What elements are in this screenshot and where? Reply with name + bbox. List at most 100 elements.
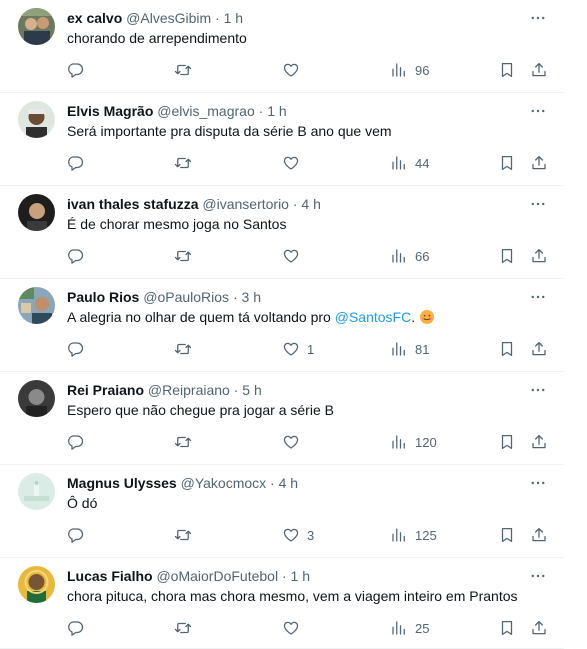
action-bar: 120 bbox=[0, 432, 564, 452]
reply-tweet[interactable]: Magnus Ulysses @Yakocmocx · 4 h Ô dó 3 1… bbox=[0, 465, 564, 558]
tweet-text-body: chora pituca, chora mas chora mesmo, vem… bbox=[67, 588, 518, 604]
more-dots-icon[interactable] bbox=[526, 288, 550, 306]
views-chart-icon bbox=[390, 247, 408, 265]
tweet-header: Elvis Magrão @elvis_magrao · 1 h bbox=[67, 102, 287, 120]
like-button[interactable] bbox=[282, 618, 307, 638]
action-bar: 96 bbox=[0, 60, 564, 80]
reply-tweet[interactable]: Elvis Magrão @elvis_magrao · 1 h Será im… bbox=[0, 93, 564, 186]
views-button[interactable]: 25 bbox=[390, 618, 429, 638]
display-name[interactable]: Rei Praiano bbox=[67, 382, 144, 398]
timestamp[interactable]: 4 h bbox=[279, 475, 298, 491]
user-handle[interactable]: @AlvesGibim bbox=[126, 10, 211, 26]
user-handle[interactable]: @oPauloRios bbox=[143, 289, 229, 305]
reply-button[interactable] bbox=[66, 153, 91, 173]
timestamp[interactable]: 1 h bbox=[291, 568, 310, 584]
reply-tweet[interactable]: Paulo Rios @oPauloRios · 3 h A alegria n… bbox=[0, 279, 564, 372]
reply-button[interactable] bbox=[66, 525, 91, 545]
reply-button[interactable] bbox=[66, 618, 91, 638]
display-name[interactable]: Lucas Fialho bbox=[67, 568, 153, 584]
avatar[interactable] bbox=[18, 566, 55, 603]
reply-button[interactable] bbox=[66, 246, 91, 266]
share-button[interactable] bbox=[530, 246, 548, 266]
bookmark-button[interactable] bbox=[498, 618, 516, 638]
views-chart-icon bbox=[390, 526, 408, 544]
avatar[interactable] bbox=[18, 287, 55, 324]
view-count: 125 bbox=[415, 527, 437, 543]
retweet-icon bbox=[174, 526, 192, 544]
retweet-button[interactable] bbox=[174, 153, 199, 173]
retweet-button[interactable] bbox=[174, 432, 199, 452]
reply-button[interactable] bbox=[66, 60, 91, 80]
more-dots-icon[interactable] bbox=[526, 474, 550, 492]
display-name[interactable]: Magnus Ulysses bbox=[67, 475, 177, 491]
bookmark-button[interactable] bbox=[498, 246, 516, 266]
views-chart-icon bbox=[390, 619, 408, 637]
heart-icon bbox=[282, 619, 300, 637]
like-button[interactable] bbox=[282, 60, 307, 80]
user-handle[interactable]: @ivansertorio bbox=[202, 196, 289, 212]
share-button[interactable] bbox=[530, 339, 548, 359]
retweet-button[interactable] bbox=[174, 60, 199, 80]
avatar[interactable] bbox=[18, 101, 55, 138]
more-dots-icon[interactable] bbox=[526, 195, 550, 213]
reply-tweet[interactable]: ivan thales stafuzza @ivansertorio · 4 h… bbox=[0, 186, 564, 279]
tweet-header: Magnus Ulysses @Yakocmocx · 4 h bbox=[67, 474, 298, 492]
views-button[interactable]: 120 bbox=[390, 432, 437, 452]
display-name[interactable]: ex calvo bbox=[67, 10, 122, 26]
timestamp[interactable]: 4 h bbox=[301, 196, 320, 212]
more-dots-icon[interactable] bbox=[526, 381, 550, 399]
separator: · bbox=[281, 568, 287, 584]
user-handle[interactable]: @Reipraiano bbox=[148, 382, 230, 398]
retweet-button[interactable] bbox=[174, 246, 199, 266]
share-button[interactable] bbox=[530, 60, 548, 80]
bookmark-button[interactable] bbox=[498, 339, 516, 359]
reply-tweet[interactable]: Lucas Fialho @oMaiorDoFutebol · 1 h chor… bbox=[0, 558, 564, 649]
bookmark-button[interactable] bbox=[498, 60, 516, 80]
retweet-button[interactable] bbox=[174, 525, 199, 545]
more-dots-icon[interactable] bbox=[526, 567, 550, 585]
views-button[interactable]: 96 bbox=[390, 60, 429, 80]
avatar[interactable] bbox=[18, 8, 55, 45]
user-handle[interactable]: @Yakocmocx bbox=[181, 475, 267, 491]
share-button[interactable] bbox=[530, 618, 548, 638]
like-button[interactable] bbox=[282, 246, 307, 266]
bookmark-button[interactable] bbox=[498, 432, 516, 452]
bookmark-button[interactable] bbox=[498, 525, 516, 545]
share-button[interactable] bbox=[530, 525, 548, 545]
views-button[interactable]: 125 bbox=[390, 525, 437, 545]
more-dots-icon[interactable] bbox=[526, 9, 550, 27]
share-button[interactable] bbox=[530, 153, 548, 173]
user-handle[interactable]: @oMaiorDoFutebol bbox=[156, 568, 278, 584]
views-button[interactable]: 81 bbox=[390, 339, 429, 359]
reply-button[interactable] bbox=[66, 432, 91, 452]
more-dots-icon[interactable] bbox=[526, 102, 550, 120]
share-icon bbox=[530, 619, 548, 637]
reply-button[interactable] bbox=[66, 339, 91, 359]
retweet-button[interactable] bbox=[174, 618, 199, 638]
reply-tweet[interactable]: ex calvo @AlvesGibim · 1 h chorando de a… bbox=[0, 0, 564, 93]
user-handle[interactable]: @elvis_magrao bbox=[157, 103, 254, 119]
views-button[interactable]: 66 bbox=[390, 246, 429, 266]
share-button[interactable] bbox=[530, 432, 548, 452]
display-name[interactable]: Paulo Rios bbox=[67, 289, 139, 305]
timestamp[interactable]: 5 h bbox=[242, 382, 261, 398]
views-button[interactable]: 44 bbox=[390, 153, 429, 173]
tweet-text-body: Será importante pra disputa da série B a… bbox=[67, 123, 392, 139]
retweet-button[interactable] bbox=[174, 339, 199, 359]
like-button[interactable] bbox=[282, 432, 307, 452]
like-button[interactable]: 1 bbox=[282, 339, 314, 359]
timestamp[interactable]: 1 h bbox=[224, 10, 243, 26]
avatar[interactable] bbox=[18, 194, 55, 231]
avatar[interactable] bbox=[18, 473, 55, 510]
display-name[interactable]: ivan thales stafuzza bbox=[67, 196, 199, 212]
like-button[interactable] bbox=[282, 153, 307, 173]
display-name[interactable]: Elvis Magrão bbox=[67, 103, 153, 119]
mention-link[interactable]: @SantosFC bbox=[335, 309, 411, 325]
avatar[interactable] bbox=[18, 380, 55, 417]
like-button[interactable]: 3 bbox=[282, 525, 314, 545]
timestamp[interactable]: 1 h bbox=[267, 103, 286, 119]
timestamp[interactable]: 3 h bbox=[242, 289, 261, 305]
tweet-text-body: chorando de arrependimento bbox=[67, 30, 247, 46]
reply-tweet[interactable]: Rei Praiano @Reipraiano · 5 h Espero que… bbox=[0, 372, 564, 465]
bookmark-button[interactable] bbox=[498, 153, 516, 173]
